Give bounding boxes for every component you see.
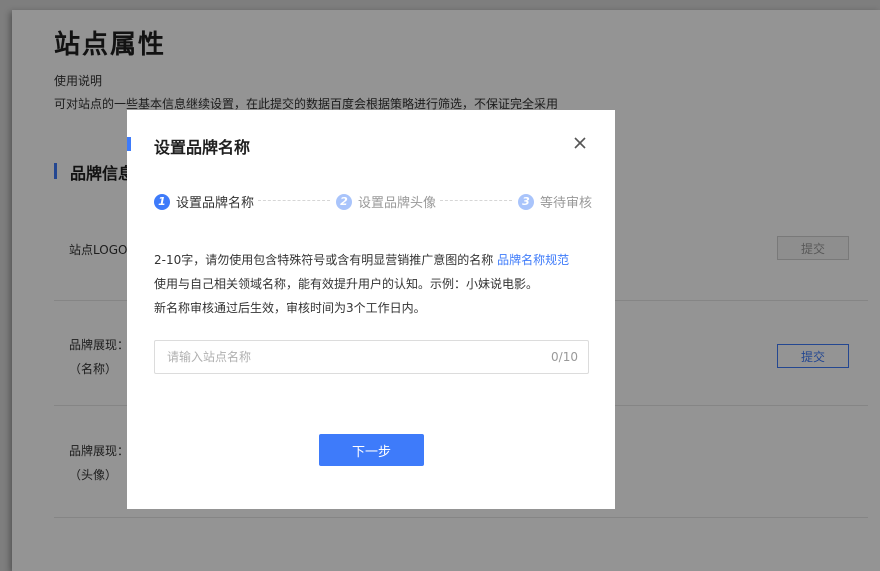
step-connector — [440, 200, 512, 201]
next-step-button[interactable]: 下一步 — [319, 434, 424, 466]
char-counter: 0/10 — [551, 350, 578, 364]
step-label: 设置品牌头像 — [358, 196, 437, 211]
dialog-title: 设置品牌名称 — [154, 138, 251, 157]
step-number: 2 — [336, 193, 352, 210]
step-label: 等待审核 — [540, 196, 593, 211]
brand-name-rules-link[interactable]: 品牌名称规范 — [497, 253, 569, 267]
rule-text: 2-10字，请勿使用包含特殊符号或含有明显营销推广意图的名称 — [154, 253, 494, 267]
step-indicator: 1 设置品牌名称 2 设置品牌头像 3 等待审核 — [154, 192, 592, 211]
rule-description: 2-10字，请勿使用包含特殊符号或含有明显营销推广意图的名称 品牌名称规范 — [154, 250, 569, 270]
step-3: 3 等待审核 — [518, 192, 592, 211]
step-number: 1 — [154, 193, 170, 210]
usage-hint: 使用与自己相关领域名称，能有效提升用户的认知。示例：小妹说电影。 — [154, 277, 539, 291]
step-connector — [258, 200, 330, 201]
step-number: 3 — [518, 193, 534, 210]
step-label: 设置品牌名称 — [176, 196, 255, 211]
close-icon[interactable] — [571, 134, 589, 152]
site-name-field: 0/10 — [154, 340, 589, 374]
site-name-input[interactable] — [167, 341, 527, 373]
step-2: 2 设置品牌头像 — [336, 192, 436, 211]
brand-name-dialog: 设置品牌名称 1 设置品牌名称 2 设置品牌头像 3 等待审核 2-10字，请勿… — [127, 110, 615, 509]
step-1: 1 设置品牌名称 — [154, 192, 254, 211]
review-note: 新名称审核通过后生效，审核时间为3个工作日内。 — [154, 301, 426, 315]
dialog-accent-bar — [127, 137, 131, 151]
